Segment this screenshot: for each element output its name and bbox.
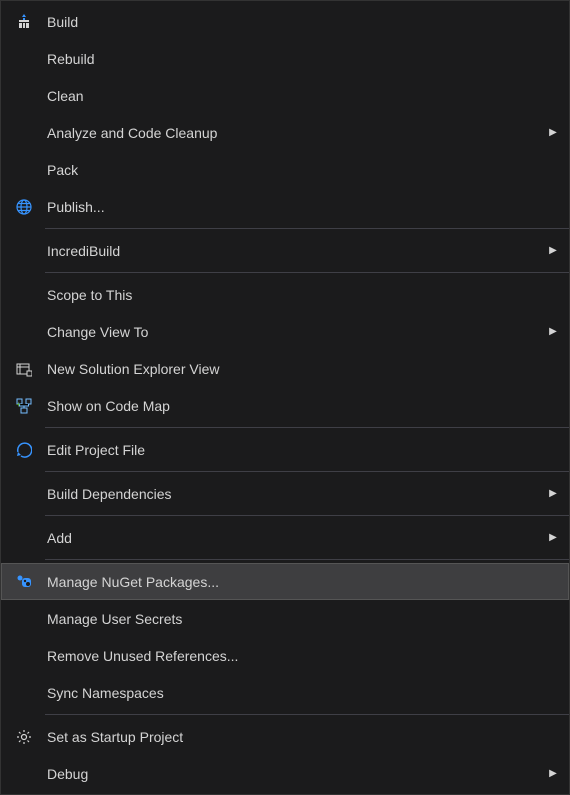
menu-item-label: Set as Startup Project [41,729,543,745]
menu-item-label: Analyze and Code Cleanup [41,125,543,141]
menu-item-label: Clean [41,88,543,104]
gear-icon [7,729,41,745]
menu-item-label: Manage NuGet Packages... [41,574,543,590]
publish-icon [7,199,41,215]
menu-separator [45,272,569,273]
menu-item-debug[interactable]: Debug▶ [1,755,569,792]
menu-separator [45,515,569,516]
menu-item-newsolution[interactable]: New Solution Explorer View [1,350,569,387]
svg-text:+: + [16,400,21,409]
menu-item-label: Change View To [41,324,543,340]
menu-separator [45,559,569,560]
menu-item-build[interactable]: Build [1,3,569,40]
edit-icon [7,442,41,458]
menu-item-label: Debug [41,766,543,782]
menu-item-builddeps[interactable]: Build Dependencies▶ [1,475,569,512]
menu-item-incredibuild[interactable]: IncrediBuild▶ [1,232,569,269]
menu-item-editproject[interactable]: Edit Project File [1,431,569,468]
menu-item-nuget[interactable]: Manage NuGet Packages... [1,563,569,600]
menu-item-clean[interactable]: Clean [1,77,569,114]
menu-item-label: Add [41,530,543,546]
menu-separator [45,471,569,472]
menu-separator [45,228,569,229]
menu-item-codemap[interactable]: + Show on Code Map [1,387,569,424]
menu-item-label: Publish... [41,199,543,215]
menu-item-label: New Solution Explorer View [41,361,543,377]
menu-item-usersecrets[interactable]: Manage User Secrets [1,600,569,637]
chevron-right-icon: ▶ [543,326,563,337]
menu-item-changeview[interactable]: Change View To▶ [1,313,569,350]
nuget-icon [7,574,41,590]
menu-item-label: Pack [41,162,543,178]
solution-icon [7,361,41,377]
chevron-right-icon: ▶ [543,768,563,779]
menu-item-label: Sync Namespaces [41,685,543,701]
menu-item-label: Manage User Secrets [41,611,543,627]
menu-item-scope[interactable]: Scope to This [1,276,569,313]
chevron-right-icon: ▶ [543,245,563,256]
menu-item-label: IncrediBuild [41,243,543,259]
menu-item-removeunused[interactable]: Remove Unused References... [1,637,569,674]
menu-item-label: Show on Code Map [41,398,543,414]
menu-item-label: Remove Unused References... [41,648,543,664]
codemap-icon: + [7,398,41,414]
menu-item-add[interactable]: Add▶ [1,519,569,556]
menu-item-label: Build [41,14,543,30]
chevron-right-icon: ▶ [543,127,563,138]
context-menu: Build Rebuild Clean Analyze and Code Cleanu… [0,0,570,795]
menu-item-pack[interactable]: Pack [1,151,569,188]
chevron-right-icon: ▶ [543,532,563,543]
menu-item-label: Scope to This [41,287,543,303]
menu-separator [45,427,569,428]
menu-item-syncns[interactable]: Sync Namespaces [1,674,569,711]
menu-item-analyze[interactable]: Analyze and Code Cleanup▶ [1,114,569,151]
menu-item-startup[interactable]: Set as Startup Project [1,718,569,755]
menu-item-rebuild[interactable]: Rebuild [1,40,569,77]
menu-item-label: Build Dependencies [41,486,543,502]
menu-item-label: Edit Project File [41,442,543,458]
menu-item-publish[interactable]: Publish... [1,188,569,225]
menu-item-label: Rebuild [41,51,543,67]
build-icon [7,14,41,30]
chevron-right-icon: ▶ [543,488,563,499]
menu-separator [45,714,569,715]
